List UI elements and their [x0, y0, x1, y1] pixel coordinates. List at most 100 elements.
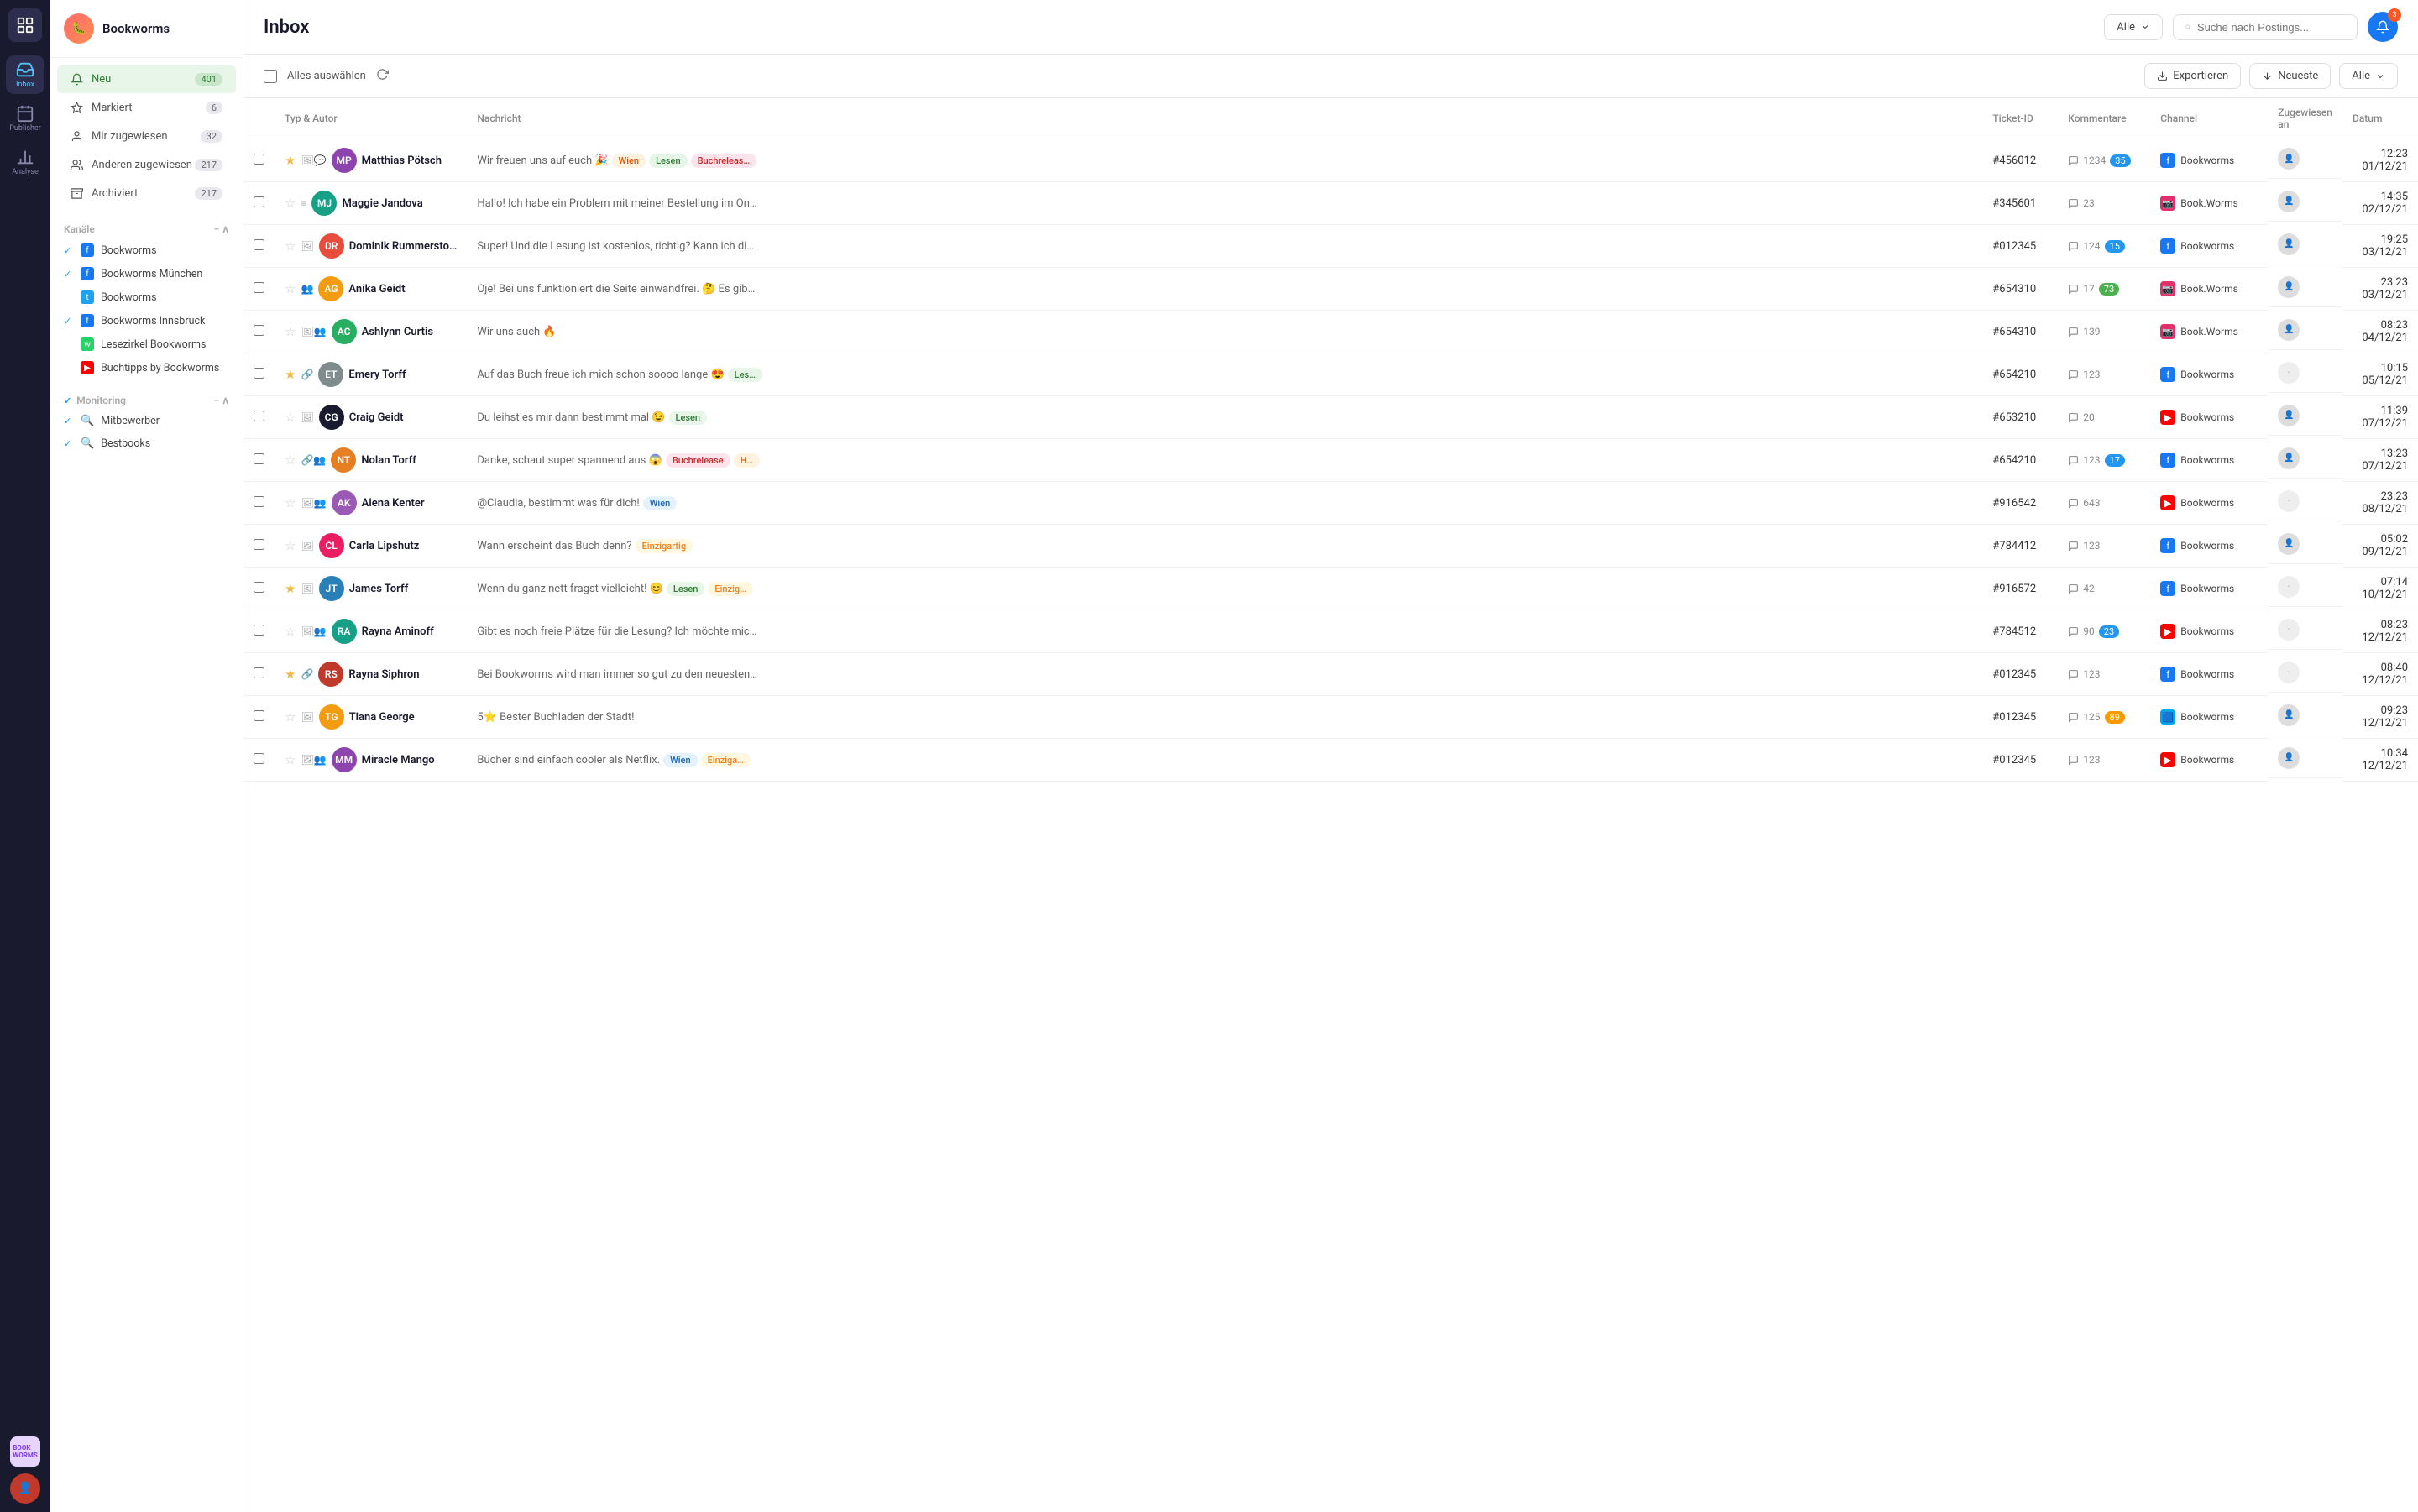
nav-markiert-badge: 6 — [206, 102, 222, 114]
star-icon[interactable]: ☆ — [285, 281, 296, 296]
channel-check-lesezirkel: ✓ — [64, 339, 74, 350]
nav-item-markiert[interactable]: Markiert 6 — [57, 94, 236, 122]
author-avatar: AG — [318, 276, 343, 301]
message-cell: Wann erscheint das Buch denn?Einzigartig — [467, 525, 1982, 568]
rail-item-publisher[interactable]: Publisher — [6, 99, 44, 138]
date-cell: 10:15 05/12/21 — [2342, 353, 2418, 396]
date-day: 12/12/21 — [2353, 717, 2408, 730]
star-icon[interactable]: ★ — [285, 667, 296, 682]
all-filter-dropdown[interactable]: Alle — [2339, 63, 2398, 89]
channel-lesezirkel[interactable]: ✓ w Lesezirkel Bookworms — [50, 332, 243, 356]
star-icon[interactable]: ☆ — [285, 495, 296, 510]
nav-item-neu[interactable]: Neu 401 — [57, 65, 236, 93]
star-icon[interactable]: ☆ — [285, 538, 296, 553]
row-checkbox[interactable] — [254, 539, 264, 550]
star-icon[interactable]: ★ — [285, 581, 296, 596]
table-row[interactable]: ★ 🔗 ET Emery Torff Auf das Buch freue ic… — [243, 353, 2418, 396]
row-checkbox[interactable] — [254, 196, 264, 207]
filter-dropdown[interactable]: Alle — [2104, 14, 2163, 40]
nav-archiviert-label: Archiviert — [92, 187, 138, 200]
row-checkbox[interactable] — [254, 582, 264, 593]
select-all-checkbox[interactable] — [264, 70, 277, 83]
search-input[interactable] — [2197, 21, 2345, 34]
table-row[interactable]: ☆ 🖼👥 AK Alena Kenter @Claudia, bestimmt … — [243, 482, 2418, 525]
row-checkbox[interactable] — [254, 710, 264, 721]
channel-cell: f Bookworms — [2150, 139, 2268, 182]
star-icon[interactable]: ☆ — [285, 410, 296, 425]
export-button[interactable]: Exportieren — [2144, 63, 2241, 89]
channel-name: Bookworms — [2180, 411, 2234, 423]
star-icon[interactable]: ☆ — [285, 196, 296, 211]
channel-bookworms-muenchen[interactable]: ✓ f Bookworms München — [50, 262, 243, 285]
row-checkbox[interactable] — [254, 667, 264, 678]
date-cell: 13:23 07/12/21 — [2342, 439, 2418, 482]
star-icon[interactable]: ☆ — [285, 238, 296, 254]
comments-cell: 123 — [2058, 525, 2150, 568]
ticket-id-cell: #784512 — [1982, 610, 2058, 653]
user-avatar[interactable]: 👤 — [10, 1473, 40, 1504]
table-row[interactable]: ☆ 🖼👥 AC Ashlynn Curtis Wir uns auch 🔥 #6… — [243, 311, 2418, 353]
monitoring-mitbewerber[interactable]: ✓ 🔍 Mitbewerber — [50, 410, 243, 432]
newest-button[interactable]: Neueste — [2249, 63, 2331, 89]
row-checkbox[interactable] — [254, 411, 264, 421]
star-icon[interactable]: ☆ — [285, 752, 296, 767]
channel-bookworms-fb[interactable]: ✓ f Bookworms — [50, 238, 243, 262]
message-preview: Wann erscheint das Buch denn? — [477, 540, 631, 552]
type-icons: 🖼👥 — [301, 625, 326, 637]
star-icon[interactable]: ☆ — [285, 453, 296, 468]
table-row[interactable]: ☆ 🖼 CG Craig Geidt Du leihst es mir dann… — [243, 396, 2418, 439]
table-row[interactable]: ★ 🔗 RS Rayna Siphron Bei Bookworms wird … — [243, 653, 2418, 696]
channel-name: Bookworms — [2180, 754, 2234, 766]
star-icon[interactable]: ☆ — [285, 624, 296, 639]
nav-item-mir-zugewiesen[interactable]: Mir zugewiesen 32 — [57, 123, 236, 150]
assignee-cell: 👤 — [2268, 396, 2342, 436]
date-day: 03/12/21 — [2353, 289, 2408, 301]
row-checkbox[interactable] — [254, 368, 264, 379]
table-row[interactable]: ☆ 🖼 TG Tiana George 5⭐ Bester Buchladen … — [243, 696, 2418, 739]
date-cell: 23:23 08/12/21 — [2342, 482, 2418, 525]
table-row[interactable]: ☆ 🖼 DR Dominik Rummersto… Super! Und die… — [243, 225, 2418, 268]
table-row[interactable]: ☆ 🔗👥 NT Nolan Torff Danke, schaut super … — [243, 439, 2418, 482]
message-preview: @Claudia, bestimmt was für dich! — [477, 497, 639, 510]
rail-item-inbox[interactable]: Inbox — [6, 55, 44, 94]
assignee-cell: 👤 — [2268, 739, 2342, 778]
channel-buchtipps[interactable]: ✓ ▶ Buchtipps by Bookworms — [50, 356, 243, 379]
star-icon[interactable]: ★ — [285, 153, 296, 168]
star-icon[interactable]: ☆ — [285, 324, 296, 339]
nav-item-archiviert[interactable]: Archiviert 217 — [57, 180, 236, 207]
row-checkbox[interactable] — [254, 753, 264, 764]
rail-item-analyse[interactable]: Analyse — [6, 143, 44, 181]
date-time: 12:23 — [2353, 148, 2408, 160]
notification-button[interactable]: 3 — [2368, 12, 2398, 42]
star-icon[interactable]: ☆ — [285, 709, 296, 725]
row-checkbox[interactable] — [254, 453, 264, 464]
search-box[interactable] — [2173, 14, 2358, 40]
row-checkbox[interactable] — [254, 154, 264, 165]
row-checkbox[interactable] — [254, 496, 264, 507]
nav-item-anderen-zugewiesen[interactable]: Anderen zugewiesen 217 — [57, 151, 236, 179]
star-icon[interactable]: ★ — [285, 367, 296, 382]
table-row[interactable]: ★ 🖼 JT James Torff Wenn du ganz nett fra… — [243, 568, 2418, 610]
channels-collapse-icon[interactable]: − ∧ — [214, 223, 229, 235]
row-checkbox[interactable] — [254, 325, 264, 336]
author-name: Dominik Rummersto… — [349, 240, 458, 253]
channel-name: Bookworms — [2180, 625, 2234, 637]
channel-bookworms-tw[interactable]: ✓ t Bookworms — [50, 285, 243, 309]
table-row[interactable]: ★ 🖼💬 MP Matthias Pötsch Wir freuen uns a… — [243, 139, 2418, 182]
refresh-button[interactable] — [376, 68, 389, 84]
message-cell: Danke, schaut super spannend aus 😱Buchre… — [467, 439, 1982, 482]
workspace-avatar[interactable]: BOOKWORMS — [10, 1436, 40, 1467]
channel-bookworms-innsbruck[interactable]: ✓ f Bookworms Innsbruck — [50, 309, 243, 332]
table-row[interactable]: ☆ 🖼 CL Carla Lipshutz Wann erscheint das… — [243, 525, 2418, 568]
type-icons: 🖼 — [301, 240, 313, 252]
table-row[interactable]: ☆ 👥 AG Anika Geidt Oje! Bei uns funktion… — [243, 268, 2418, 311]
row-checkbox[interactable] — [254, 282, 264, 293]
row-checkbox[interactable] — [254, 239, 264, 250]
table-header-row: Typ & Autor Nachricht Ticket-ID Kommenta… — [243, 98, 2418, 139]
monitoring-bestbooks[interactable]: ✓ 🔍 Bestbooks — [50, 432, 243, 455]
table-row[interactable]: ☆ 🖼👥 RA Rayna Aminoff Gibt es noch freie… — [243, 610, 2418, 653]
monitoring-collapse-icon[interactable]: − ∧ — [214, 395, 229, 406]
table-row[interactable]: ☆ ≡ MJ Maggie Jandova Hallo! Ich habe ei… — [243, 182, 2418, 225]
table-row[interactable]: ☆ 🖼👥 MM Miracle Mango Bücher sind einfac… — [243, 739, 2418, 782]
row-checkbox[interactable] — [254, 625, 264, 636]
